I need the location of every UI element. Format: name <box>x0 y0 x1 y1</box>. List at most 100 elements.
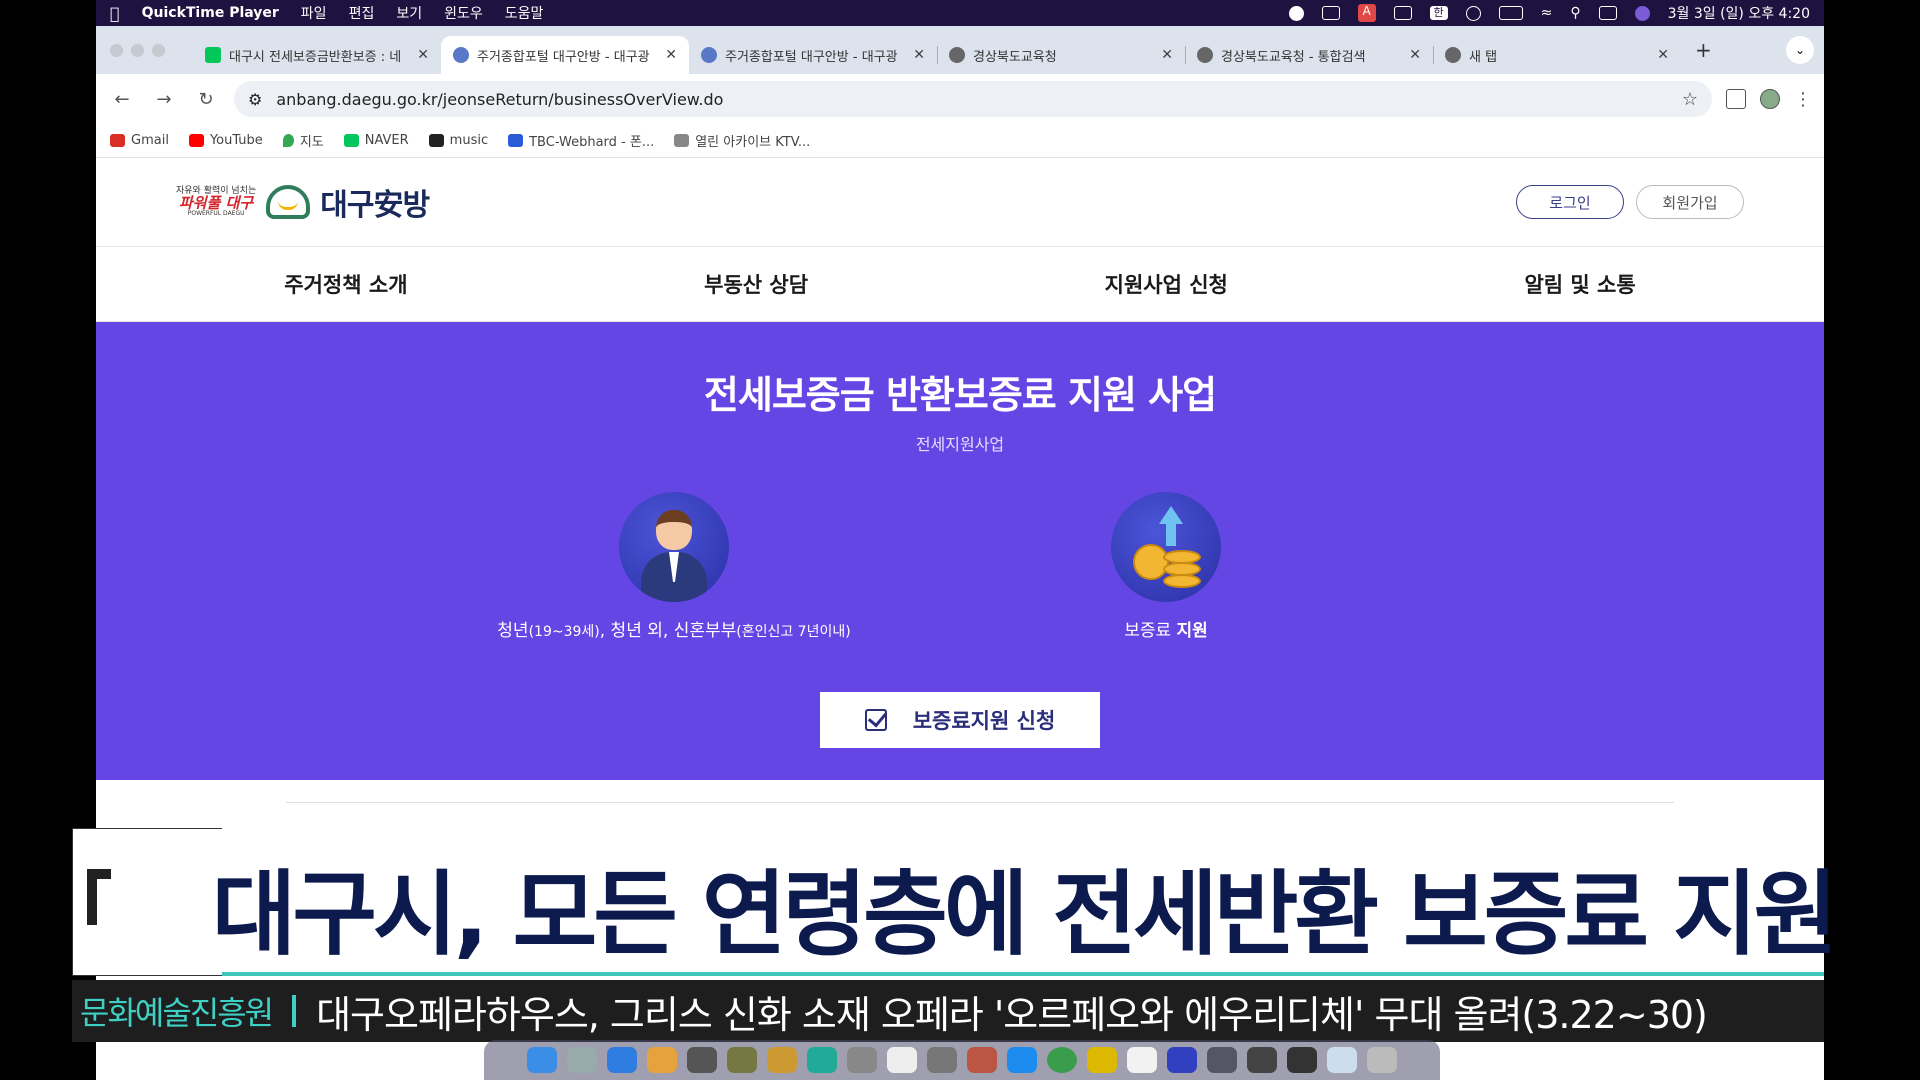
app-store-icon[interactable] <box>1007 1047 1037 1073</box>
bookmark-music[interactable]: music <box>428 133 489 148</box>
youtube-icon <box>188 134 204 147</box>
menu-view[interactable]: 보기 <box>396 3 422 23</box>
app-menu[interactable]: QuickTime Player <box>142 5 279 21</box>
notes-icon[interactable] <box>887 1047 917 1073</box>
more-menu-icon[interactable]: ⋮ <box>1794 89 1812 110</box>
app-icon[interactable] <box>967 1047 997 1073</box>
nav-real-estate-consult[interactable]: 부동산 상담 <box>704 269 808 299</box>
control-center-icon[interactable] <box>1598 6 1617 20</box>
tab-anbang-2[interactable]: 주거종합포털 대구안방 - 대구광 ✕ <box>689 36 937 74</box>
close-window-button[interactable] <box>110 43 123 57</box>
bookmark-tbc-webhard[interactable]: TBC-Webhard - 폰... <box>508 131 654 150</box>
nav-support-apply[interactable]: 지원사업 신청 <box>1105 269 1228 299</box>
app-icon[interactable] <box>1087 1047 1117 1073</box>
signup-button[interactable]: 회원가입 <box>1636 185 1744 219</box>
news-side-card <box>72 828 222 976</box>
bookmark-ktv-archive[interactable]: 열린 아카이브 KTV... <box>674 131 810 150</box>
battery-icon[interactable] <box>1498 6 1523 20</box>
font-app-icon[interactable]: A <box>1357 4 1376 22</box>
zoom-window-button[interactable] <box>152 43 165 57</box>
tab-anbang-active[interactable]: 주거종합포털 대구안방 - 대구광 ✕ <box>441 36 689 74</box>
new-tab-plus-icon[interactable]: + <box>1695 38 1712 62</box>
speech-icon[interactable] <box>1393 6 1412 20</box>
anbang-favicon-icon <box>701 47 717 63</box>
site-info-icon[interactable]: ⚙ <box>248 90 262 109</box>
back-arrow-icon[interactable]: ← <box>108 89 136 110</box>
close-tab-icon[interactable]: ✕ <box>1657 47 1669 63</box>
close-tab-icon[interactable]: ✕ <box>913 47 925 63</box>
bookmark-youtube[interactable]: YouTube <box>188 133 263 148</box>
app-icon[interactable] <box>1287 1047 1317 1073</box>
close-tab-icon[interactable]: ✕ <box>417 47 429 63</box>
close-tab-icon[interactable]: ✕ <box>1409 47 1421 63</box>
bookmark-label: YouTube <box>209 133 263 148</box>
bookmark-naver[interactable]: NAVER <box>343 133 409 148</box>
app-icon[interactable] <box>1167 1047 1197 1073</box>
safari-icon[interactable] <box>607 1047 637 1073</box>
chrome-icon <box>1445 47 1461 63</box>
chrome-icon[interactable] <box>1047 1047 1077 1073</box>
photos-icon[interactable] <box>647 1047 677 1073</box>
macos-menubar:  QuickTime Player 파일 편집 보기 윈도우 도움말 A 한 … <box>96 0 1824 26</box>
tab-title: 대구시 전세보증금반환보증 : 네 <box>229 49 402 65</box>
app-icon[interactable] <box>767 1047 797 1073</box>
apple-menu-icon[interactable]:  <box>110 4 120 23</box>
minimize-window-button[interactable] <box>131 43 144 57</box>
menu-help[interactable]: 도움말 <box>505 3 544 23</box>
site-logo[interactable]: 자유와 활력이 넘치는 파워풀 대구 POWERFUL DAEGU 대구安방 <box>176 180 430 224</box>
news-headline: 대구시, 모든 연령층에 전세반환 보증료 지원 <box>211 860 1839 968</box>
address-bar[interactable]: ⚙ anbang.daegu.go.kr/jeonseReturn/busine… <box>234 81 1712 117</box>
bookmark-star-icon[interactable]: ☆ <box>1682 89 1698 110</box>
menu-file[interactable]: 파일 <box>301 3 327 23</box>
bookmark-maps[interactable]: 지도 <box>282 131 324 150</box>
login-button[interactable]: 로그인 <box>1516 185 1624 219</box>
calculator-icon[interactable] <box>1247 1047 1277 1073</box>
siri-icon[interactable] <box>1634 5 1650 21</box>
app-icon[interactable] <box>847 1047 877 1073</box>
tab-gyeongbuk-edu[interactable]: 경상북도교육청 ✕ <box>937 36 1185 74</box>
tab-title: 경상북도교육청 - 통합검색 <box>1221 49 1366 65</box>
label-part: 청년 <box>497 621 529 641</box>
menu-window[interactable]: 윈도우 <box>444 3 483 23</box>
preview-icon[interactable] <box>1327 1047 1357 1073</box>
user-icon[interactable] <box>1465 5 1481 21</box>
trash-icon[interactable] <box>1367 1047 1397 1073</box>
input-method-icon[interactable]: 한 <box>1429 6 1448 20</box>
app-icon[interactable] <box>1127 1047 1157 1073</box>
reload-icon[interactable]: ↻ <box>192 89 220 110</box>
spotlight-search-icon[interactable]: ⚲ <box>1570 5 1580 21</box>
tools-icon[interactable] <box>1321 6 1340 20</box>
settings-icon[interactable] <box>927 1047 957 1073</box>
profile-avatar-icon[interactable] <box>1760 89 1780 109</box>
tab-naver-news[interactable]: 대구시 전세보증금반환보증 : 네 ✕ <box>193 36 441 74</box>
record-icon[interactable] <box>1288 5 1304 21</box>
tab-search-chevron-icon[interactable]: ⌄ <box>1786 36 1814 64</box>
logo-slogan-en: POWERFUL DAEGU <box>187 210 245 217</box>
feature-target: 청년(19~39세), 청년 외, 신혼부부(혼인신고 7년이내) <box>474 492 874 641</box>
menubar-clock[interactable]: 3월 3일 (일) 오후 4:20 <box>1668 3 1810 23</box>
nav-housing-policy[interactable]: 주거정책 소개 <box>284 269 407 299</box>
close-tab-icon[interactable]: ✕ <box>1161 47 1173 63</box>
app-icon[interactable] <box>687 1047 717 1073</box>
close-tab-icon[interactable]: ✕ <box>665 47 677 63</box>
finder-icon[interactable] <box>527 1047 557 1073</box>
app-icon[interactable] <box>727 1047 757 1073</box>
apply-fee-support-button[interactable]: 보증료지원 신청 <box>820 692 1100 748</box>
numbers-icon[interactable] <box>807 1047 837 1073</box>
naver-favicon-icon <box>205 47 221 63</box>
tab-gyeongbuk-search[interactable]: 경상북도교육청 - 통합검색 ✕ <box>1185 36 1433 74</box>
forward-arrow-icon[interactable]: → <box>150 89 178 110</box>
launchpad-icon[interactable] <box>567 1047 597 1073</box>
url-text[interactable]: anbang.daegu.go.kr/jeonseReturn/business… <box>276 90 723 109</box>
menu-edit[interactable]: 편집 <box>349 3 375 23</box>
bookmark-label: music <box>449 133 489 148</box>
wifi-icon[interactable]: ≈ <box>1541 5 1553 21</box>
logo-name: 대구安방 <box>320 188 430 223</box>
label-part: 보증료 <box>1124 621 1177 641</box>
quicktime-icon[interactable] <box>1207 1047 1237 1073</box>
side-panel-icon[interactable] <box>1726 89 1746 109</box>
tab-new-tab[interactable]: 새 탭 ✕ <box>1433 36 1681 74</box>
globe-icon <box>1197 47 1213 63</box>
bookmark-gmail[interactable]: Gmail <box>110 133 169 148</box>
nav-notice[interactable]: 알림 및 소통 <box>1524 269 1635 299</box>
